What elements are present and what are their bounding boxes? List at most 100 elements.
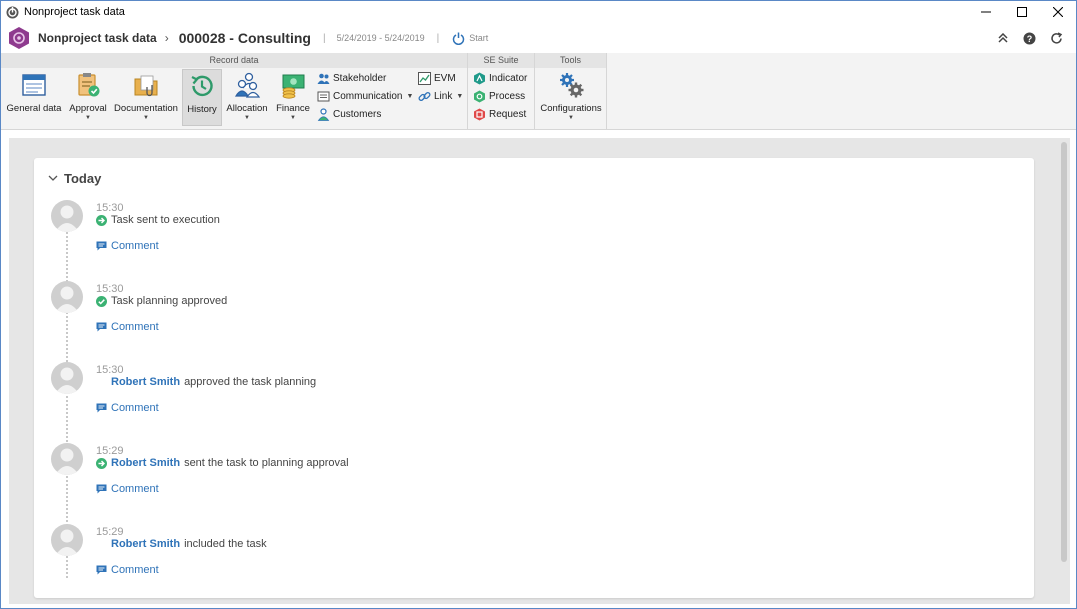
avatar [51,281,83,313]
allocation-button[interactable]: Allocation ▼ [225,69,269,126]
approval-label: Approval [69,103,107,114]
start-label: Start [469,33,489,43]
general-data-button[interactable]: General data [5,69,63,126]
history-button[interactable]: History [182,69,222,126]
dropdown-caret-icon: ▼ [568,115,574,121]
arrow-right-circle-icon [96,214,107,226]
process-icon [474,90,485,102]
dropdown-caret-icon: ▼ [406,92,414,100]
general-data-label: General data [6,103,62,114]
comment-button[interactable]: Comment [96,240,159,252]
start-button[interactable]: Start [452,32,488,45]
indicator-label: Indicator [489,72,528,84]
record-title: 000028 - Consulting [178,30,311,46]
group-toggle-today[interactable]: Today [48,171,101,186]
collapse-button[interactable] [989,23,1016,53]
history-card: Today 15:30 Task sent to execution Comment… [34,158,1034,598]
comment-button[interactable]: Comment [96,564,159,576]
breadcrumb-module[interactable]: Nonproject task data [38,31,157,45]
history-entry: 15:30 Task planning approved Comment [51,281,951,362]
stakeholder-button[interactable]: Stakeholder [317,70,386,86]
user-link[interactable]: Robert Smith [111,538,180,550]
comment-button[interactable]: Comment [96,321,159,333]
user-link[interactable]: Robert Smith [111,376,180,388]
evm-button[interactable]: EVM [418,70,456,86]
help-button[interactable]: ? [1016,23,1043,53]
form-window-icon [22,74,46,96]
communication-button[interactable]: Communication ▼ [317,88,413,104]
evm-label: EVM [434,72,456,84]
maximize-button[interactable] [1004,1,1040,23]
comment-label: Comment [111,321,159,333]
comment-bubble-icon [96,403,107,413]
link-label: Link [434,90,453,102]
header-bar: Nonproject task data › 000028 - Consulti… [1,23,1076,53]
process-label: Process [489,90,526,102]
user-link[interactable]: Robert Smith [111,457,180,469]
link-chain-icon [418,91,431,101]
request-icon [474,108,485,120]
clipboard-check-icon [78,73,100,97]
arrow-right-circle-icon [96,457,107,469]
documentation-label: Documentation [114,103,178,114]
approval-button[interactable]: Approval ▼ [67,69,109,126]
user-silhouette-icon [55,367,79,394]
help-icon: ? [1023,32,1036,44]
allocation-label: Allocation [226,103,268,114]
avatar [51,443,83,475]
history-entry: 15:30 Robert Smith approved the task plann… [51,362,951,443]
entry-message: Task planning approved [96,295,227,307]
vertical-scrollbar[interactable] [1061,142,1067,562]
double-chevron-up-icon [997,33,1008,43]
ribbon-group-se-suite: SE Suite Indicator Process Request [468,53,535,130]
close-button[interactable] [1040,1,1076,23]
process-button[interactable]: Process [473,88,525,104]
configurations-button[interactable]: Configurations ▼ [539,69,603,126]
comment-bubble-icon [96,322,107,332]
ribbon-group-tools: Tools Configurations ▼ [535,53,607,130]
history-entry: 15:29 Robert Smith included the task Commen… [51,524,951,605]
history-entry: 15:30 Task sent to execution Comment [51,200,951,281]
gears-icon [560,73,584,98]
documentation-button[interactable]: Documentation ▼ [114,69,178,126]
breadcrumb-chevron-icon: › [164,31,169,45]
ribbon-group-title: Tools [535,53,606,68]
communication-label: Communication [333,90,403,102]
indicator-button[interactable]: Indicator [473,70,527,86]
comment-button[interactable]: Comment [96,483,159,495]
app-window: Nonproject task data Nonproject task dat… [0,0,1077,609]
minimize-icon [981,11,991,13]
customers-button[interactable]: Customers [317,106,381,122]
entry-text: Task sent to execution [111,214,220,226]
record-dates: 5/24/2019 - 5/24/2019 [336,33,425,43]
chevron-down-icon [48,175,58,181]
se-suite-logo [9,27,29,49]
history-clock-icon [191,75,213,97]
people-group-icon [234,72,261,98]
comment-label: Comment [111,240,159,252]
dropdown-caret-icon: ▼ [290,115,296,121]
finance-label: Finance [276,103,310,114]
refresh-button[interactable] [1043,23,1070,53]
ribbon-group-record-data: Record data General data Approval ▼ Docu… [1,53,468,130]
refresh-icon [1051,31,1063,44]
finance-button[interactable]: Finance ▼ [274,69,312,126]
title-bar: Nonproject task data [1,1,1076,23]
stakeholder-icon [317,73,330,84]
app-icon [6,6,19,18]
request-button[interactable]: Request [473,106,526,122]
header-separator: | [322,32,326,44]
comment-label: Comment [111,402,159,414]
window-controls [968,1,1076,23]
stakeholder-label: Stakeholder [333,72,387,84]
maximize-icon [1017,7,1027,17]
customers-icon [317,107,330,121]
link-button[interactable]: Link ▼ [418,88,463,104]
comment-button[interactable]: Comment [96,402,159,414]
entry-time: 15:29 [96,526,124,538]
ribbon-group-title: Record data [1,53,467,68]
dropdown-caret-icon: ▼ [244,115,250,121]
entry-text: included the task [184,538,267,550]
minimize-button[interactable] [968,1,1004,23]
dropdown-caret-icon: ▼ [456,92,464,100]
